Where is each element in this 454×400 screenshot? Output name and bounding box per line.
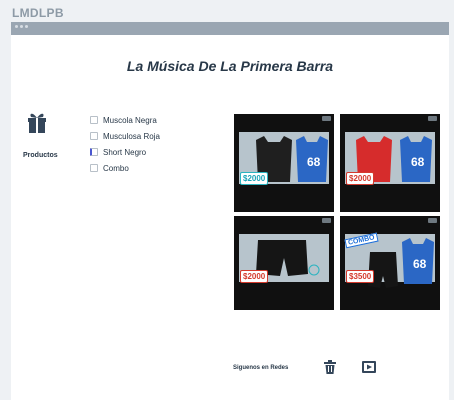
svg-text:68: 68 bbox=[411, 155, 425, 169]
checkbox[interactable] bbox=[90, 132, 98, 140]
price-tag: $2000 bbox=[240, 270, 269, 283]
svg-text:68: 68 bbox=[307, 155, 321, 169]
app-window: La Música De La Primera Barra Productos … bbox=[11, 22, 449, 400]
trash-icon[interactable] bbox=[322, 359, 338, 375]
price-tag: $3500 bbox=[346, 270, 375, 283]
gift-icon bbox=[28, 113, 46, 133]
product-image bbox=[256, 240, 320, 276]
product-card[interactable]: $2000 bbox=[234, 216, 334, 310]
option-label: Muscola Negra bbox=[103, 115, 157, 125]
window-titlebar bbox=[11, 22, 449, 35]
page-title: La Música De La Primera Barra bbox=[126, 58, 334, 74]
price-tag: $2000 bbox=[346, 172, 375, 185]
product-card[interactable]: 68 $2000 bbox=[234, 114, 334, 212]
product-image: 68 bbox=[256, 136, 328, 182]
option-label: Short Negro bbox=[103, 147, 147, 157]
price-tag: $2000 bbox=[240, 172, 269, 185]
product-card[interactable]: 68 $2000 bbox=[340, 114, 440, 212]
product-checklist: Muscola Negra Musculosa Roja Short Negro… bbox=[90, 112, 160, 176]
option-label: Combo bbox=[103, 163, 129, 173]
products-label: Productos bbox=[23, 152, 58, 159]
window-dots bbox=[15, 25, 28, 28]
product-image: 68 bbox=[368, 238, 434, 288]
checkbox[interactable] bbox=[90, 148, 98, 156]
social-label: Siguenos en Redes bbox=[233, 365, 289, 371]
svg-text:68: 68 bbox=[413, 257, 427, 271]
video-icon[interactable] bbox=[361, 359, 377, 375]
option-combo[interactable]: Combo bbox=[90, 160, 160, 176]
product-card[interactable]: 68 COMBO $3500 bbox=[340, 216, 440, 310]
option-musculosa-roja[interactable]: Musculosa Roja bbox=[90, 128, 160, 144]
product-gallery: 68 $2000 68 $2000 $2000 68 COMBO $3500 bbox=[232, 112, 440, 312]
checkbox[interactable] bbox=[90, 164, 98, 172]
option-muscola-negra[interactable]: Muscola Negra bbox=[90, 112, 160, 128]
option-short-negro[interactable]: Short Negro bbox=[90, 144, 160, 160]
checkbox[interactable] bbox=[90, 116, 98, 124]
option-label: Musculosa Roja bbox=[103, 131, 160, 141]
app-title: LMDLPB bbox=[12, 6, 64, 20]
product-image: 68 bbox=[356, 136, 432, 182]
